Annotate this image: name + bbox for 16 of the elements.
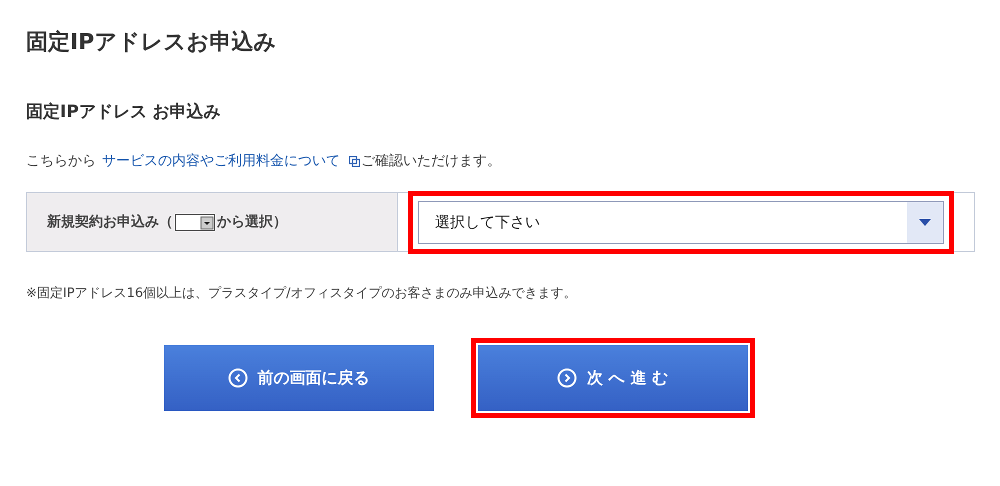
intro-text: こちらから	[26, 152, 96, 170]
note-text: ※固定IPアドレス16個以上は、プラスタイプ/オフィスタイプのお客さまのみ申込みできます。	[26, 285, 578, 303]
select-dropdown[interactable]: 選択して下さい	[418, 200, 944, 244]
chevron-right-circle-icon	[557, 368, 578, 388]
chevron-left-circle-icon	[228, 368, 248, 388]
row-label: から選択）	[217, 213, 287, 231]
service-link[interactable]: サービスの内容やご利用料金について	[102, 152, 340, 170]
next-button[interactable]: 次 へ 進 む	[478, 345, 748, 411]
row-label: 新規契約お申込み（	[47, 213, 173, 231]
dropdown-icon	[175, 214, 215, 230]
page-title: 固定IPアドレスお申込み	[26, 28, 278, 57]
back-button[interactable]: 前の画面に戻る	[164, 345, 434, 411]
external-window-icon	[349, 156, 360, 166]
section-title: 固定IPアドレス お申込み	[26, 101, 222, 124]
caret-icon	[919, 218, 931, 226]
intro-text: ご確認いただけます。	[361, 152, 501, 170]
